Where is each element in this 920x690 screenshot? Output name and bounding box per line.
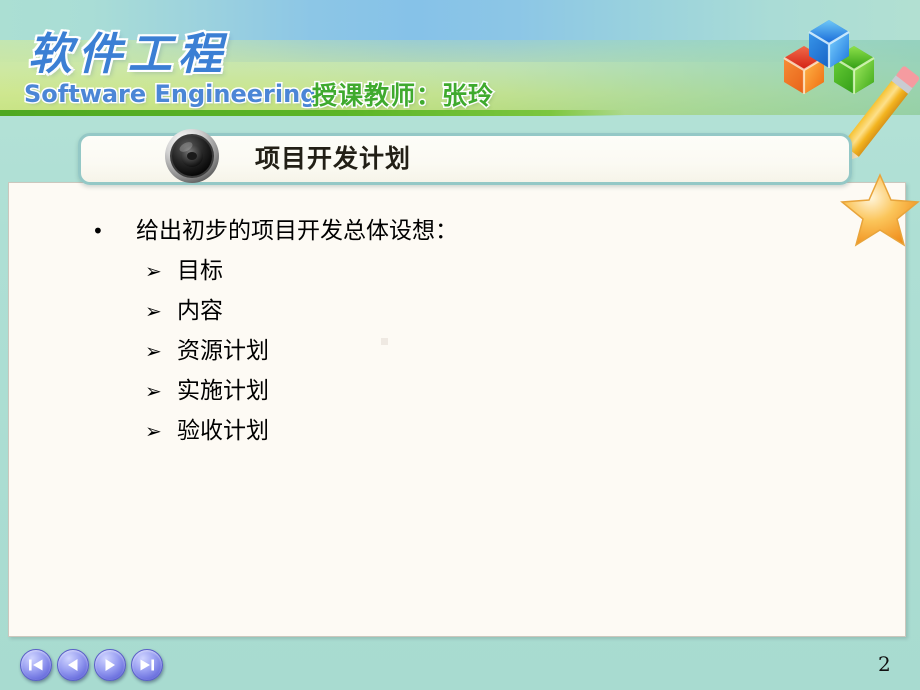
previous-icon: [68, 659, 78, 671]
sub-bullet-list: ➢ 目标 ➢ 内容 ➢ 资源计划 ➢ 实施计划 ➢ 验收计划: [145, 251, 645, 451]
teacher-label: 授课教师：张玲: [310, 80, 495, 112]
previous-slide-button[interactable]: [57, 649, 89, 681]
page-number: 2: [878, 652, 891, 676]
star-icon: [840, 173, 920, 247]
main-bullet-label: 给出初步的项目开发总体设想：: [136, 218, 458, 244]
bullet-marker: •: [92, 219, 104, 243]
skip-to-end-icon: [140, 659, 154, 671]
next-icon: [105, 659, 115, 671]
brand-title-chinese: 软件工程: [26, 27, 228, 82]
list-item: ➢ 目标: [145, 251, 645, 291]
list-item: ➢ 验收计划: [145, 411, 645, 451]
main-bullet: • 给出初步的项目开发总体设想：: [92, 211, 458, 245]
list-item-label: 实施计划: [177, 378, 269, 404]
list-item-label: 资源计划: [177, 338, 269, 364]
speaker-lens-icon: [165, 129, 219, 183]
next-slide-button[interactable]: [94, 649, 126, 681]
list-item-label: 目标: [177, 258, 223, 284]
arrow-bullet-icon: ➢: [145, 259, 162, 283]
slide-navigation-bar: [20, 649, 163, 681]
presentation-slide: 软件工程 Software Engineering 授课教师：张玲 项目开发计划…: [0, 0, 920, 690]
list-item: ➢ 实施计划: [145, 371, 645, 411]
list-item: ➢ 资源计划: [145, 331, 645, 371]
arrow-bullet-icon: ➢: [145, 379, 162, 403]
list-item: ➢ 内容: [145, 291, 645, 331]
brand-title-english: Software Engineering: [22, 79, 318, 110]
list-item-label: 内容: [177, 298, 223, 324]
list-item-label: 验收计划: [177, 418, 269, 444]
arrow-bullet-icon: ➢: [145, 419, 162, 443]
skip-to-start-icon: [29, 659, 43, 671]
background-artifact: [381, 338, 388, 345]
arrow-bullet-icon: ➢: [145, 299, 162, 323]
arrow-bullet-icon: ➢: [145, 339, 162, 363]
slide-title-text: 项目开发计划: [255, 144, 412, 173]
last-slide-button[interactable]: [131, 649, 163, 681]
first-slide-button[interactable]: [20, 649, 52, 681]
